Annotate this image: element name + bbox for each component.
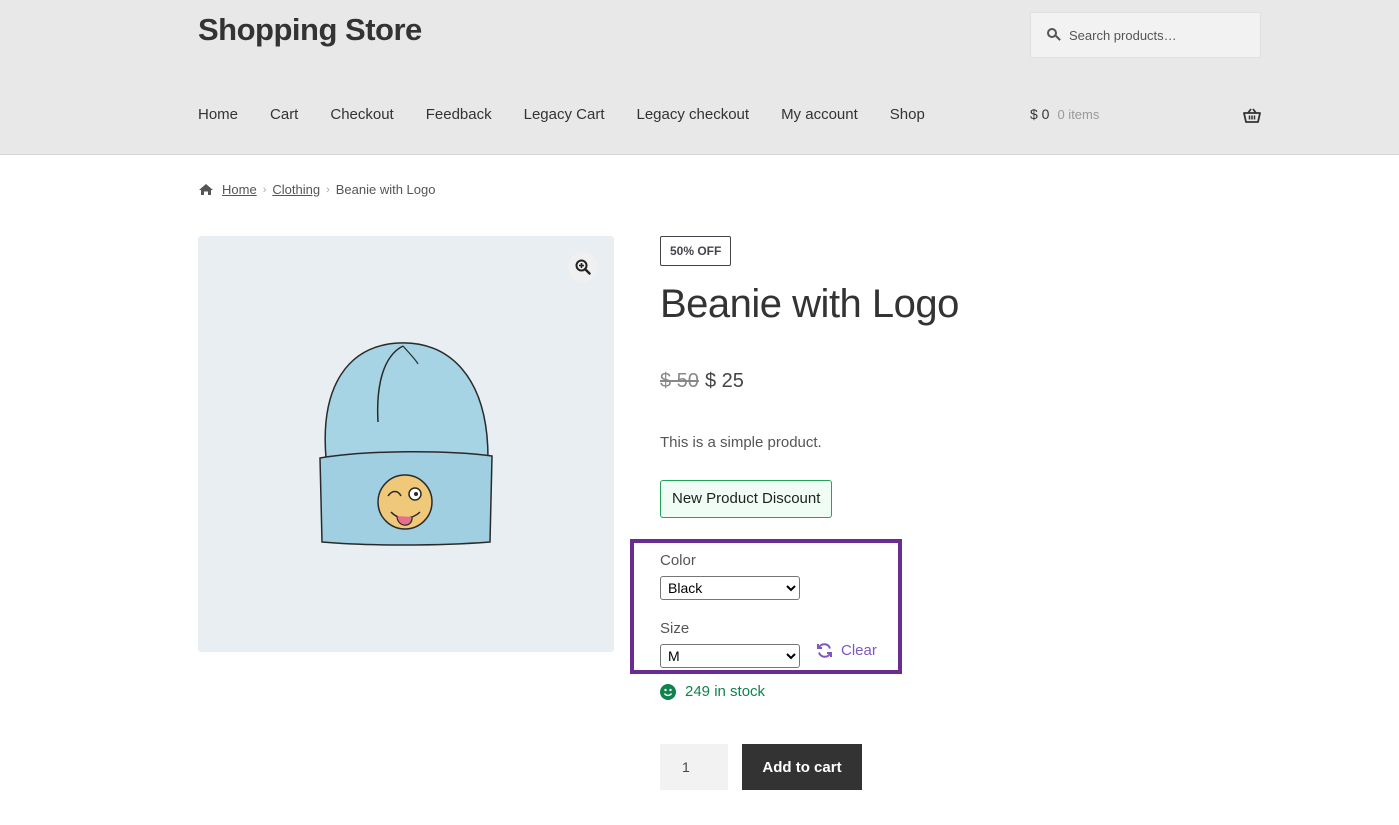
breadcrumb-category[interactable]: Clothing (272, 182, 320, 197)
stock-status: 249 in stock (660, 683, 765, 700)
product-image[interactable] (198, 236, 614, 652)
breadcrumb: Home › Clothing › Beanie with Logo (198, 182, 435, 197)
clear-variations-link[interactable]: Clear (816, 642, 877, 659)
site-title[interactable]: Shopping Store (198, 12, 422, 48)
sale-badge: 50% OFF (660, 236, 732, 266)
search-icon (1047, 28, 1061, 42)
regular-price: $ 50 (660, 370, 699, 392)
site-header: Shopping Store Home Cart Checkout Feedba… (0, 0, 1399, 155)
discount-notice: New Product Discount (660, 480, 833, 518)
size-select[interactable]: M (660, 644, 800, 668)
refresh-icon (817, 643, 832, 658)
product-price: $ 50 $ 25 (660, 370, 744, 393)
home-icon (199, 184, 213, 195)
header-cart[interactable]: $ 0 0 items (1030, 106, 1261, 123)
chevron-right-icon: › (262, 183, 267, 196)
zoom-button[interactable] (568, 252, 598, 282)
search-box[interactable] (1030, 12, 1261, 58)
color-label: Color (660, 552, 696, 569)
nav-feedback[interactable]: Feedback (426, 106, 492, 123)
nav-home[interactable]: Home (198, 106, 238, 123)
color-select[interactable]: Black (660, 576, 800, 600)
short-description: This is a simple product. (660, 434, 822, 451)
cart-item-count: 0 items (1057, 106, 1100, 122)
breadcrumb-current: Beanie with Logo (335, 182, 436, 197)
basket-icon (1243, 108, 1261, 123)
product-title: Beanie with Logo (660, 282, 959, 326)
variations-form: Color Black Size M Clear (630, 539, 902, 674)
breadcrumb-home[interactable]: Home (222, 182, 257, 197)
nav-my-account[interactable]: My account (781, 106, 858, 123)
nav-checkout[interactable]: Checkout (330, 106, 393, 123)
size-label: Size (660, 620, 690, 637)
chevron-right-icon: › (326, 183, 330, 196)
search-input[interactable] (1069, 27, 1249, 43)
beanie-image (319, 342, 493, 546)
primary-nav: Home Cart Checkout Feedback Legacy Cart … (198, 106, 957, 123)
nav-cart[interactable]: Cart (270, 106, 298, 123)
add-to-cart-button[interactable]: Add to cart (742, 744, 862, 790)
zoom-in-icon (575, 259, 591, 275)
cart-amount: $ 0 (1030, 106, 1050, 122)
smile-icon (660, 683, 676, 700)
nav-legacy-cart[interactable]: Legacy Cart (524, 106, 605, 123)
nav-legacy-checkout[interactable]: Legacy checkout (636, 106, 749, 123)
quantity-input[interactable] (660, 744, 728, 790)
stock-text: 249 in stock (685, 683, 766, 700)
nav-shop[interactable]: Shop (890, 106, 925, 123)
sale-price: $ 25 (704, 370, 744, 392)
clear-label: Clear (841, 642, 877, 659)
